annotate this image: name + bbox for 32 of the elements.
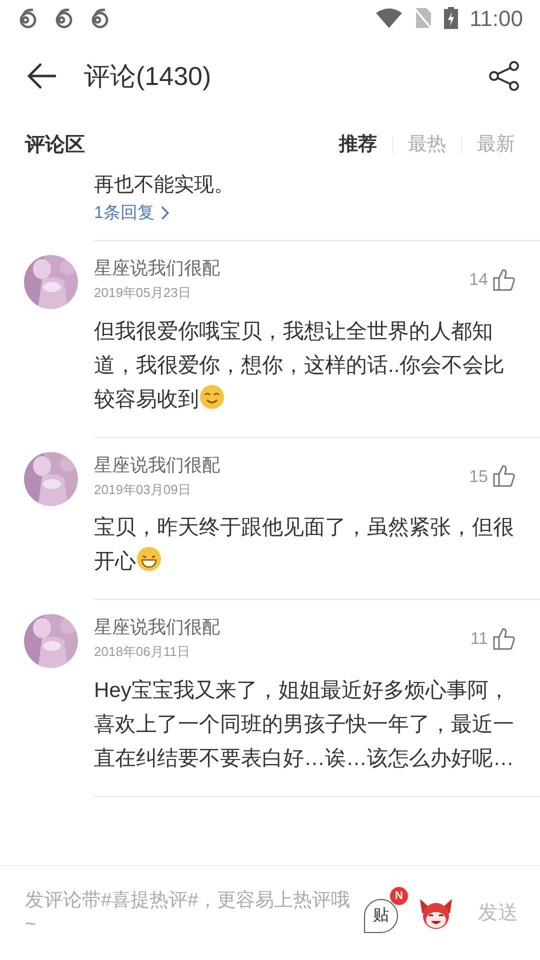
comment-text: 但我很爱你哦宝贝，我想让全世界的人都知道，我很爱你，想你，这样的话..你会不会比较容易收到 bbox=[94, 318, 506, 412]
thumbs-up-icon[interactable] bbox=[492, 464, 516, 488]
like-count: 11 bbox=[470, 628, 488, 650]
app-notification-icon bbox=[53, 7, 75, 29]
comment-text: 再也不能实现。 bbox=[94, 174, 235, 196]
share-button[interactable] bbox=[488, 60, 520, 92]
page-title: 评论(1430) bbox=[84, 60, 212, 92]
section-title: 评论区 bbox=[25, 133, 85, 158]
thumbs-up-icon[interactable] bbox=[492, 268, 516, 292]
sort-tab[interactable]: 推荐 bbox=[339, 130, 377, 160]
comment-text: 宝贝，昨天终于跟他见面了，虽然紧张，但很开心 bbox=[94, 515, 515, 575]
grinning-face-icon bbox=[136, 546, 162, 572]
no-sim-icon bbox=[414, 8, 432, 28]
like-count: 15 bbox=[469, 466, 488, 488]
comment-date: 2018年06月11日 bbox=[94, 643, 191, 661]
chevron-right-icon bbox=[160, 206, 170, 220]
comment-text: Hey宝宝我又来了，姐姐最近好多烦心事阿，喜欢上了一个同班的男孩子快一年了，最近一直在纠结要不要表白好…诶…该怎么办好呢… bbox=[94, 678, 515, 772]
replies-link[interactable]: 1条回复 bbox=[94, 200, 170, 226]
username[interactable]: 星座说我们很配 bbox=[94, 452, 220, 478]
like-count: 14 bbox=[469, 269, 488, 291]
wifi-icon bbox=[376, 8, 402, 28]
thumbs-up-icon[interactable] bbox=[492, 626, 516, 651]
username[interactable]: 星座说我们很配 bbox=[94, 614, 220, 640]
app-notification-icon bbox=[89, 7, 111, 29]
battery-charging-icon bbox=[444, 7, 458, 29]
new-badge: N bbox=[390, 887, 408, 905]
username[interactable]: 星座说我们很配 bbox=[94, 255, 220, 281]
smiling-face-icon bbox=[199, 384, 225, 410]
clock-time: 11:00 bbox=[470, 4, 523, 32]
comment-date: 2019年05月23日 bbox=[94, 284, 192, 302]
comment-date: 2019年03月09日 bbox=[94, 480, 192, 498]
app-notification-icon bbox=[17, 7, 39, 29]
